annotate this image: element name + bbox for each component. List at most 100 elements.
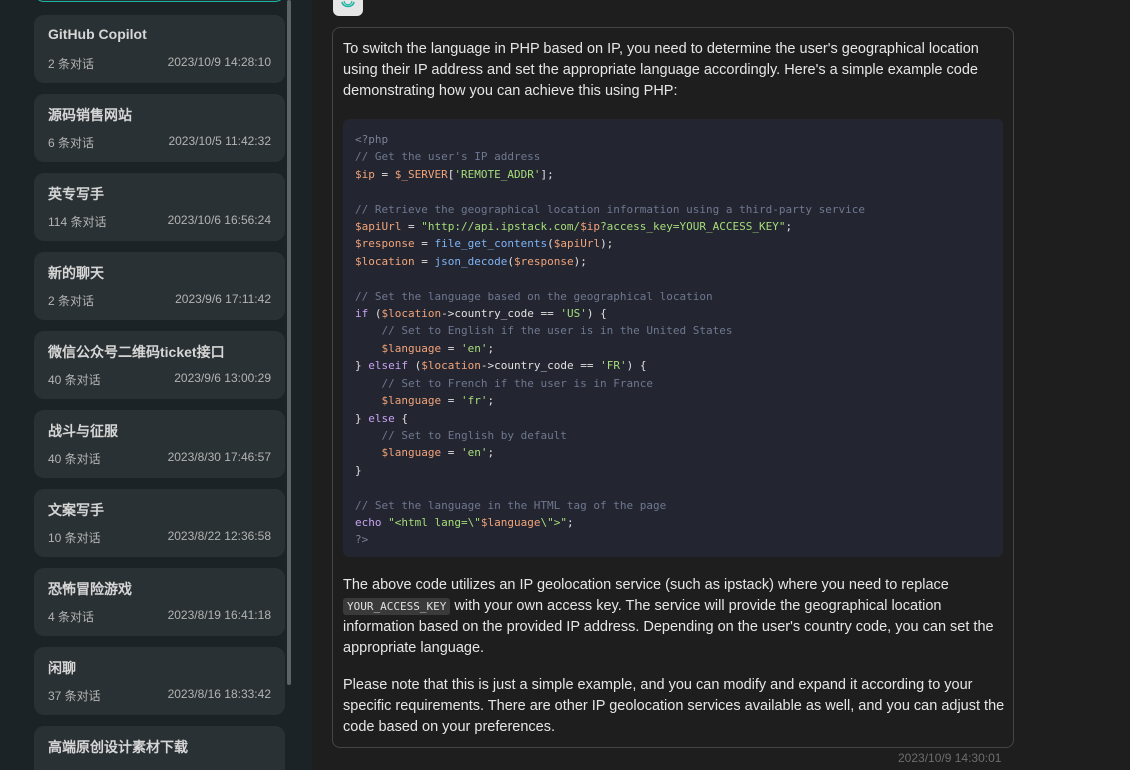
code-var: $location bbox=[355, 254, 415, 268]
code-string: 'en' bbox=[460, 341, 488, 355]
chat-item[interactable]: 源码销售网站 6 条对话 2023/10/5 11:42:32 bbox=[34, 94, 285, 162]
code-punct: { bbox=[394, 411, 408, 425]
code-comment: // Retrieve the geographical location in… bbox=[355, 202, 865, 216]
code-var: $language bbox=[381, 394, 442, 408]
chat-title: 微信公众号二维码ticket接口 bbox=[48, 344, 225, 360]
code-op: = bbox=[414, 254, 435, 268]
code-punct: } bbox=[355, 411, 369, 425]
code-open-tag: <?php bbox=[355, 133, 389, 146]
chat-title: 恐怖冒险游戏 bbox=[48, 581, 132, 597]
code-punct: ); bbox=[573, 254, 587, 268]
code-string: ?access_key=YOUR_ACCESS_KEY" bbox=[600, 220, 786, 234]
code-block[interactable]: <?php // Get the user's IP address $ip =… bbox=[343, 119, 1003, 557]
assistant-message: To switch the language in PHP based on I… bbox=[332, 27, 1014, 748]
code-comment: // Get the user's IP address bbox=[355, 150, 541, 164]
code-var: $location bbox=[421, 359, 481, 373]
code-var: $language bbox=[480, 515, 541, 529]
code-punct: ; bbox=[487, 446, 495, 460]
chat-item[interactable]: GitHub Copilot 2 条对话 2023/10/9 14:28:10 bbox=[34, 15, 285, 83]
sidebar: GitHub Copilot 2 条对话 2023/10/9 14:28:10 … bbox=[0, 0, 312, 770]
message-paragraph-2: The above code utilizes an IP geolocatio… bbox=[343, 575, 1007, 659]
code-punct: ; bbox=[487, 394, 495, 408]
code-punct: } bbox=[355, 463, 362, 477]
code-var: $response bbox=[355, 237, 415, 251]
chat-count: 114 条对话 bbox=[48, 215, 107, 229]
code-var: $location bbox=[381, 307, 442, 321]
chat-time: 2023/9/6 13:00:29 bbox=[174, 371, 271, 385]
chat-time: 2023/8/16 18:33:42 bbox=[167, 687, 271, 701]
code-op: = bbox=[374, 167, 395, 181]
code-comment: // Set to English if the user is in the … bbox=[381, 324, 733, 338]
code-var: $response bbox=[513, 254, 574, 268]
code-keyword: echo bbox=[355, 515, 382, 529]
chat-title: 战斗与征服 bbox=[48, 423, 118, 439]
message-timestamp: 2023/10/9 14:30:01 bbox=[898, 751, 1002, 765]
chat-time: 2023/10/9 14:28:10 bbox=[167, 55, 271, 69]
chat-title: 闲聊 bbox=[48, 660, 76, 676]
chat-count: 4 条对话 bbox=[48, 610, 95, 624]
chat-item[interactable]: 恐怖冒险游戏 4 条对话 2023/8/19 16:41:18 bbox=[34, 568, 285, 636]
code-string: 'en' bbox=[460, 446, 488, 460]
sidebar-scrollbar[interactable] bbox=[287, 0, 291, 685]
code-punct: ( bbox=[408, 359, 422, 373]
code-string: \">" bbox=[540, 515, 567, 529]
message-paragraph-3: Please note that this is just a simple e… bbox=[343, 677, 1005, 735]
inline-code: YOUR_ACCESS_KEY bbox=[343, 598, 451, 615]
code-var: $ip bbox=[355, 167, 375, 181]
code-punct: } bbox=[355, 359, 369, 373]
code-punct: ( bbox=[368, 307, 382, 321]
code-string: 'REMOTE_ADDR' bbox=[454, 167, 541, 181]
code-keyword: elseif bbox=[368, 359, 408, 373]
code-var: $_SERVER bbox=[394, 167, 448, 181]
code-op: = bbox=[441, 341, 461, 355]
chat-time: 2023/8/22 12:36:58 bbox=[167, 529, 271, 543]
chat-count: 40 条对话 bbox=[48, 452, 101, 466]
chat-count: 2 条对话 bbox=[48, 57, 95, 71]
chat-item[interactable]: 文案写手 10 条对话 2023/8/22 12:36:58 bbox=[34, 489, 285, 557]
code-var: $apiUrl bbox=[553, 237, 601, 251]
code-comment: // Set the language in the HTML tag of t… bbox=[355, 498, 667, 512]
code-punct: ; bbox=[785, 220, 793, 234]
chat-item[interactable]: 战斗与征服 40 条对话 2023/8/30 17:46:57 bbox=[34, 410, 285, 478]
code-string: 'FR' bbox=[600, 359, 627, 373]
code-var: $apiUrl bbox=[355, 220, 402, 234]
code-punct: ( bbox=[547, 237, 554, 251]
message-intro: To switch the language in PHP based on I… bbox=[343, 41, 979, 99]
code-text: ->country_code == bbox=[480, 359, 601, 373]
chat-title: GitHub Copilot bbox=[48, 26, 147, 42]
active-chat-card[interactable] bbox=[34, 0, 285, 2]
chat-time: 2023/10/6 16:56:24 bbox=[167, 213, 271, 227]
chat-count: 40 条对话 bbox=[48, 373, 101, 387]
chat-item[interactable]: 高端原创设计素材下载 bbox=[34, 726, 285, 770]
code-var: $language bbox=[381, 341, 442, 355]
chat-item[interactable]: 新的聊天 2 条对话 2023/9/6 17:11:42 bbox=[34, 252, 285, 320]
code-text: ->country_code == bbox=[441, 307, 561, 321]
code-op: = bbox=[414, 237, 435, 251]
code-string: 'fr' bbox=[460, 394, 488, 408]
code-function: file_get_contents bbox=[434, 237, 548, 251]
chat-title: 新的聊天 bbox=[48, 265, 104, 281]
chat-item[interactable]: 英专写手 114 条对话 2023/10/6 16:56:24 bbox=[34, 173, 285, 241]
code-function: json_decode bbox=[434, 254, 508, 268]
code-op: = bbox=[401, 220, 422, 234]
code-punct: ) { bbox=[626, 359, 647, 373]
code-string: 'US' bbox=[560, 307, 587, 321]
chat-item[interactable]: 闲聊 37 条对话 2023/8/16 18:33:42 bbox=[34, 647, 285, 715]
openai-logo-icon bbox=[341, 0, 355, 8]
chat-count: 10 条对话 bbox=[48, 531, 101, 545]
para2-text: The above code utilizes an IP geolocatio… bbox=[343, 577, 949, 593]
bot-avatar bbox=[333, 0, 363, 16]
chat-list: GitHub Copilot 2 条对话 2023/10/9 14:28:10 … bbox=[0, 0, 300, 770]
code-keyword: else bbox=[368, 411, 395, 425]
chat-title: 文案写手 bbox=[48, 502, 104, 518]
chat-item[interactable]: 微信公众号二维码ticket接口 40 条对话 2023/9/6 13:00:2… bbox=[34, 331, 285, 399]
chat-time: 2023/10/5 11:42:32 bbox=[168, 134, 271, 148]
chat-title: 源码销售网站 bbox=[48, 107, 132, 123]
code-close-tag: ?> bbox=[355, 533, 369, 547]
code-var: $ip bbox=[580, 220, 601, 234]
code-punct: ) { bbox=[586, 307, 607, 321]
chat-time: 2023/8/19 16:41:18 bbox=[167, 608, 271, 622]
chat-count: 2 条对话 bbox=[48, 294, 95, 308]
chat-title: 高端原创设计素材下载 bbox=[48, 739, 188, 755]
chat-time: 2023/8/30 17:46:57 bbox=[167, 450, 271, 464]
